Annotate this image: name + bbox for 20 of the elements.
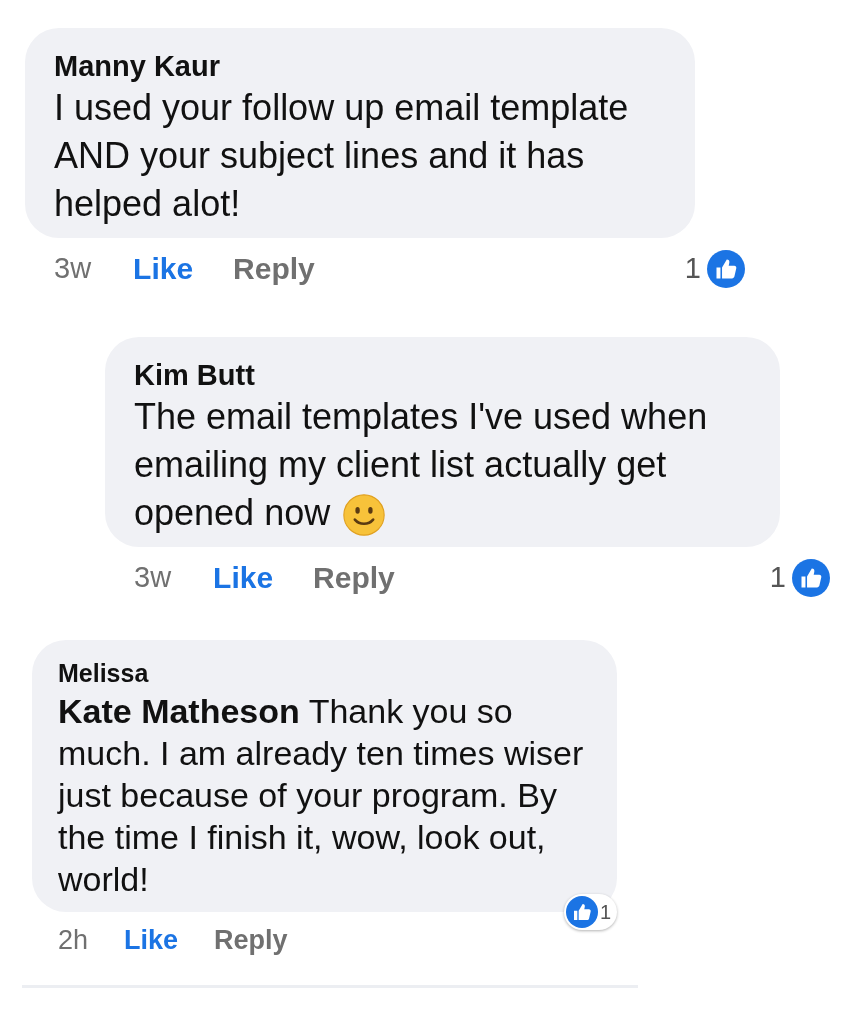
comment-author[interactable]: Melissa bbox=[58, 656, 597, 691]
reaction-count[interactable]: 1 bbox=[684, 246, 745, 291]
comment-time: 2h bbox=[58, 924, 89, 958]
thumbs-up-icon bbox=[792, 559, 830, 597]
comment-time: 3w bbox=[134, 560, 172, 596]
comment-text: The email templates I've used when emailing my client list actually get opened now bbox=[134, 396, 708, 533]
reaction-badge[interactable]: 1 bbox=[563, 894, 617, 931]
thumbs-up-icon bbox=[707, 249, 745, 288]
reply-link[interactable]: Reply bbox=[313, 555, 395, 601]
like-link[interactable]: Like bbox=[124, 920, 179, 961]
reaction-count[interactable]: 1 bbox=[769, 556, 830, 600]
reply-link[interactable]: Reply bbox=[233, 246, 315, 291]
comment-time: 3w bbox=[54, 250, 92, 286]
like-link[interactable]: Like bbox=[213, 555, 274, 601]
comment-text: I used your follow up email template AND your subject lines and it has helped alot! bbox=[54, 87, 629, 224]
thumbs-up-icon bbox=[565, 896, 598, 929]
comment-author[interactable]: Kim Butt bbox=[134, 357, 760, 393]
comment-author[interactable]: Manny Kaur bbox=[54, 48, 675, 84]
like-link[interactable]: Like bbox=[133, 246, 194, 291]
reply-link[interactable]: Reply bbox=[214, 920, 288, 961]
